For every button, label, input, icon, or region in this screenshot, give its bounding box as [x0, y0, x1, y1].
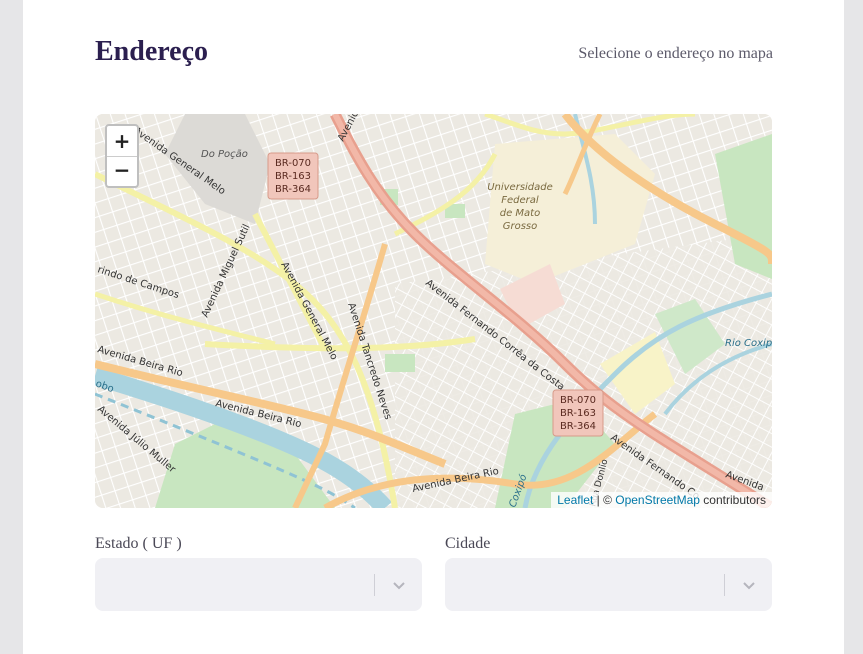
- label-do-pocao: Do Poção: [201, 149, 248, 160]
- cidade-label: Cidade: [445, 535, 491, 552]
- label-ufmt-3: de Mato: [500, 208, 540, 219]
- br-shield-2: BR-070 BR-163 BR-364: [552, 389, 604, 437]
- shield-1-line-1: BR-070: [275, 158, 311, 169]
- address-card: Endereço Selecione o endereço no mapa Do…: [23, 0, 844, 654]
- label-rio-coxipo: Rio Coxipó: [725, 337, 772, 349]
- map-tiles[interactable]: Do Poção Avenida General Melo Avenida Mi…: [95, 114, 772, 508]
- osm-link[interactable]: OpenStreetMap: [615, 493, 700, 507]
- label-ufmt-1: Universidade: [487, 182, 553, 193]
- cidade-select[interactable]: [445, 558, 772, 611]
- page-title: Endereço: [95, 36, 209, 67]
- shield-2-line-1: BR-070: [560, 395, 596, 406]
- attribution-suffix: contributors: [699, 493, 766, 507]
- shield-2-line-2: BR-163: [560, 408, 596, 419]
- zoom-in-button[interactable]: +: [107, 126, 137, 156]
- estado-select[interactable]: [95, 558, 422, 611]
- chevron-down-icon[interactable]: [392, 578, 406, 592]
- map-view[interactable]: Do Poção Avenida General Melo Avenida Mi…: [95, 114, 772, 508]
- shield-1-line-2: BR-163: [275, 171, 311, 182]
- label-ufmt-4: Grosso: [503, 221, 538, 232]
- select-separator: [374, 574, 375, 596]
- attribution-separator: | ©: [593, 493, 616, 507]
- zoom-control: + −: [105, 124, 139, 188]
- map-hint: Selecione o endereço no mapa: [578, 45, 773, 62]
- zoom-out-button[interactable]: −: [107, 156, 137, 186]
- estado-label: Estado ( UF ): [95, 535, 182, 552]
- map-attribution: Leaflet | © OpenStreetMap contributors: [551, 492, 772, 508]
- chevron-down-icon[interactable]: [742, 578, 756, 592]
- select-separator: [724, 574, 725, 596]
- label-ufmt-2: Federal: [501, 195, 539, 206]
- shield-2-line-3: BR-364: [560, 421, 596, 432]
- br-shield-1: BR-070 BR-163 BR-364: [267, 152, 319, 200]
- shield-1-line-3: BR-364: [275, 184, 311, 195]
- leaflet-link[interactable]: Leaflet: [557, 493, 593, 507]
